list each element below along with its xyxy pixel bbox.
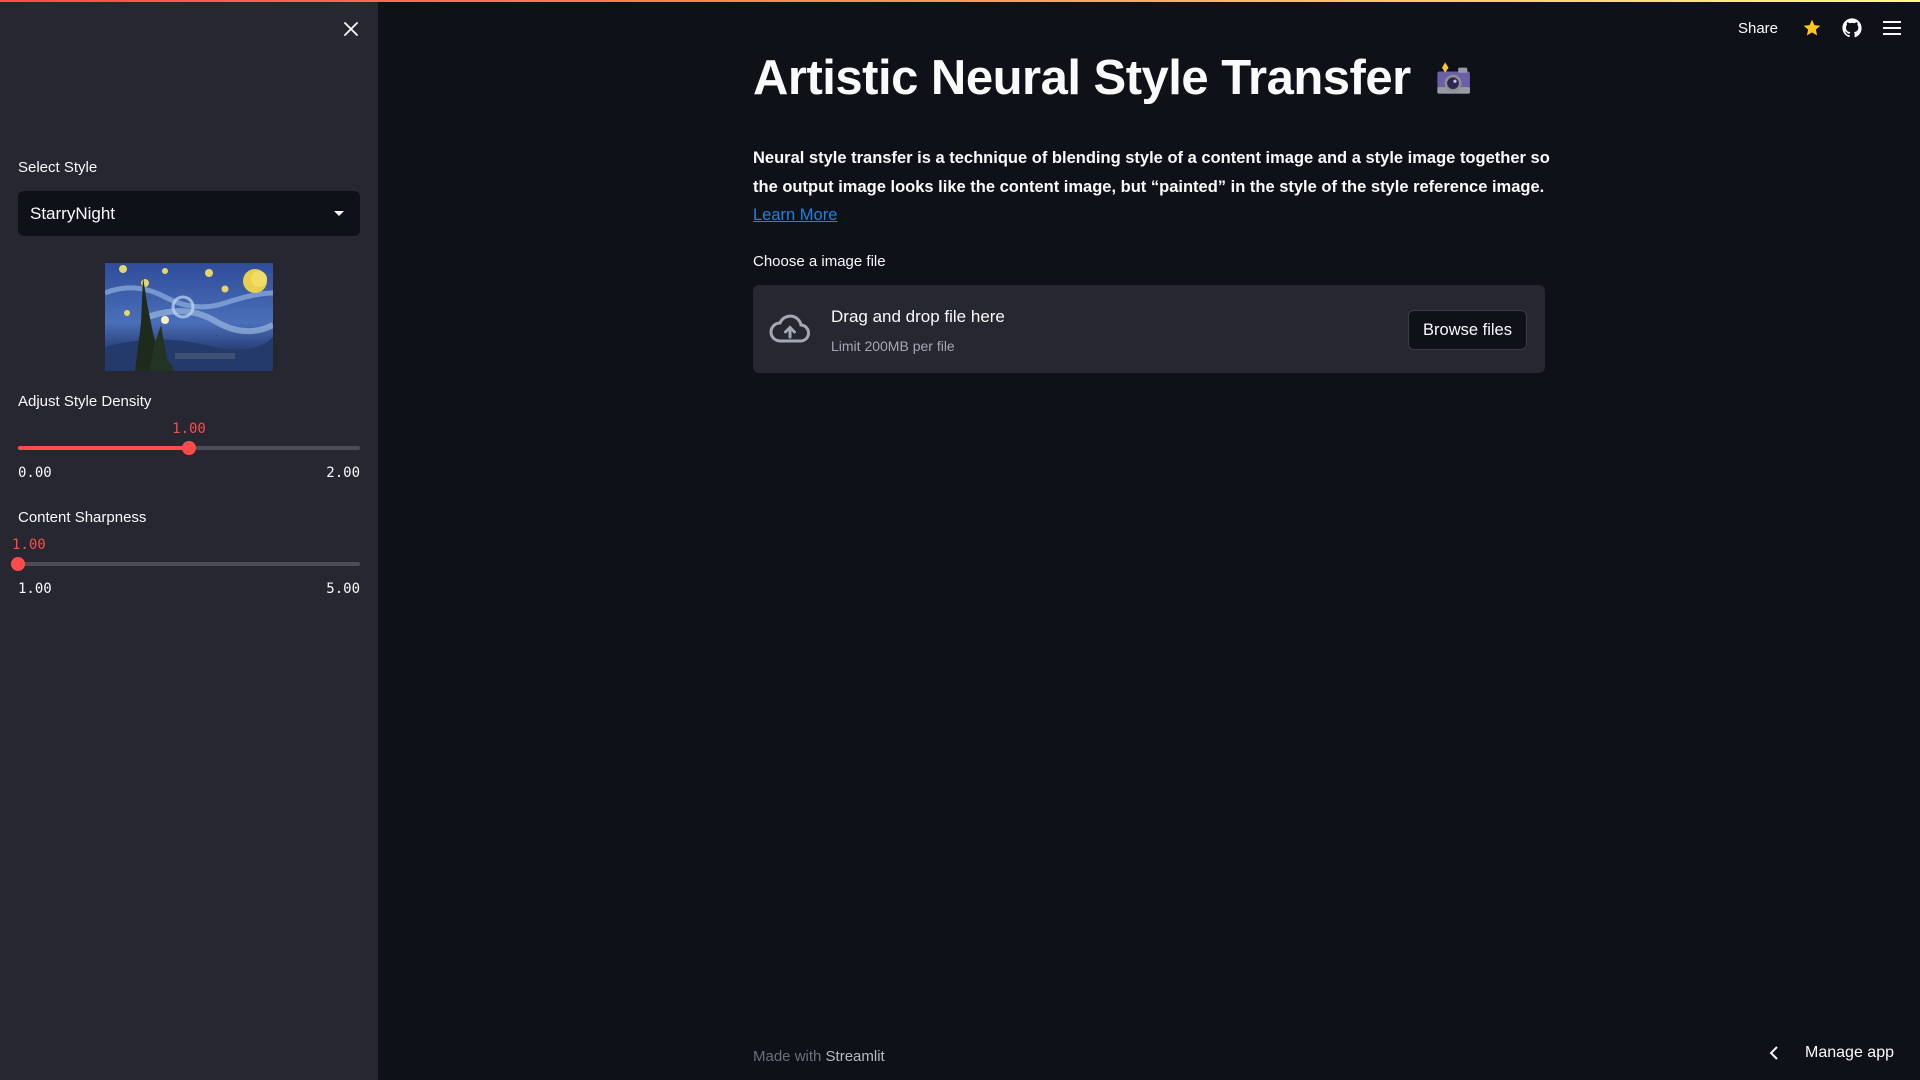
github-icon: [1842, 18, 1862, 38]
slider-min: 0.00: [18, 465, 52, 481]
manage-app-button[interactable]: Manage app: [1769, 1044, 1894, 1062]
slider-max: 5.00: [326, 581, 360, 597]
hamburger-menu-icon: [1883, 21, 1901, 35]
browse-files-button[interactable]: Browse files: [1408, 310, 1527, 350]
style-select[interactable]: StarryNight: [18, 191, 360, 236]
chevron-left-icon: [1769, 1046, 1783, 1060]
style-density-label: Adjust Style Density: [18, 393, 152, 410]
slider-track: [18, 562, 360, 566]
slider-min: 1.00: [18, 581, 52, 597]
camera-with-flash-icon: [1427, 52, 1479, 104]
manage-app-label: Manage app: [1805, 1044, 1894, 1061]
streamlit-link[interactable]: Streamlit: [826, 1048, 885, 1065]
star-icon: [1803, 19, 1821, 36]
content-sharpness-slider[interactable]: 1.00 1.00 5.00: [11, 535, 360, 597]
github-button[interactable]: [1840, 16, 1864, 40]
file-uploader-label: Choose a image file: [753, 253, 886, 270]
footer-made-with: Made with: [753, 1048, 822, 1065]
style-density-slider[interactable]: 1.00 0.00 2.00: [18, 419, 360, 481]
content-sharpness-label: Content Sharpness: [18, 509, 147, 526]
slider-thumb[interactable]: [11, 557, 25, 571]
app-toolbar: Share: [1738, 14, 1920, 42]
share-button[interactable]: Share: [1738, 20, 1778, 37]
style-preview-image: [105, 263, 273, 371]
style-select-value: StarryNight: [30, 203, 116, 223]
cloud-upload-icon: [769, 314, 810, 343]
learn-more-link[interactable]: Learn More: [753, 206, 837, 224]
sidebar: Select Style StarryNight Adjust Style De…: [0, 0, 378, 1080]
description-text: Neural style transfer is a technique of …: [753, 149, 1550, 196]
slider-fill: [18, 446, 189, 450]
select-style-label: Select Style: [18, 159, 98, 176]
footer: Made with Streamlit: [753, 1048, 885, 1065]
star-button[interactable]: [1800, 16, 1824, 40]
slider-value: 1.00: [172, 421, 206, 437]
page-title-text: Artistic Neural Style Transfer: [753, 51, 1411, 105]
page-title: Artistic Neural Style Transfer: [753, 50, 1479, 106]
close-sidebar-button[interactable]: [339, 17, 363, 41]
dropzone-limit: Limit 200MB per file: [831, 338, 955, 354]
dropzone-title: Drag and drop file here: [831, 307, 1005, 326]
top-decoration-bar: [0, 0, 1920, 2]
chevron-down-icon: [334, 211, 344, 216]
description: Neural style transfer is a technique of …: [753, 144, 1553, 230]
slider-thumb[interactable]: [182, 441, 196, 455]
close-icon: [344, 22, 358, 36]
main-menu-button[interactable]: [1880, 16, 1904, 40]
slider-max: 2.00: [326, 465, 360, 481]
slider-value: 1.00: [12, 537, 46, 553]
file-dropzone[interactable]: Drag and drop file here Limit 200MB per …: [753, 285, 1545, 373]
